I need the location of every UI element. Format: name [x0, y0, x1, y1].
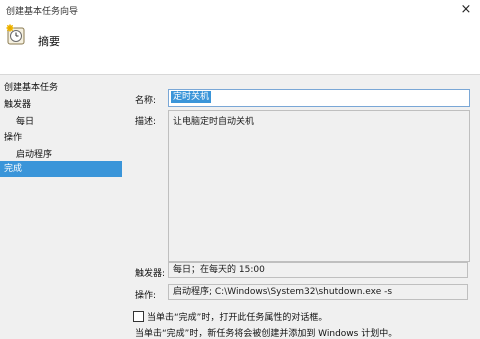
sidebar-item-action: 操作	[4, 133, 23, 143]
sidebar-item-daily: 每日	[16, 117, 35, 127]
wizard-header	[0, 20, 480, 75]
name-value: 定时关机	[171, 91, 212, 103]
name-field[interactable]: 定时关机	[168, 89, 470, 107]
task-scheduler-icon	[6, 24, 26, 46]
description-field[interactable]: 让电脑定时自动关机	[168, 110, 470, 262]
window-title: 创建基本任务向导	[6, 7, 79, 17]
description-label: 描述:	[135, 117, 157, 127]
action-label: 操作:	[135, 291, 157, 301]
sidebar-item-create-basic-task: 创建基本任务	[4, 83, 59, 93]
page-title: 摘要	[38, 35, 60, 48]
sidebar-item-trigger: 触发器	[4, 100, 32, 110]
open-properties-checkbox[interactable]	[133, 311, 144, 322]
sidebar-item-finish: 完成	[0, 161, 122, 177]
action-value: 启动程序; C:\Windows\System32\shutdown.exe -…	[168, 284, 468, 300]
open-properties-checkbox-label[interactable]: 当单击“完成”时，打开此任务属性的对话框。	[147, 310, 327, 323]
name-label: 名称:	[135, 96, 157, 106]
close-icon: ×	[460, 2, 472, 17]
finish-info-text: 当单击“完成”时，新任务将会被创建并添加到 Windows 计划中。	[135, 329, 398, 339]
description-value: 让电脑定时自动关机	[173, 117, 255, 127]
close-button[interactable]: ×	[452, 0, 480, 20]
sidebar-item-start-program: 启动程序	[16, 150, 53, 160]
trigger-value: 每日；在每天的 15:00	[168, 262, 468, 278]
trigger-label: 触发器:	[135, 269, 166, 279]
